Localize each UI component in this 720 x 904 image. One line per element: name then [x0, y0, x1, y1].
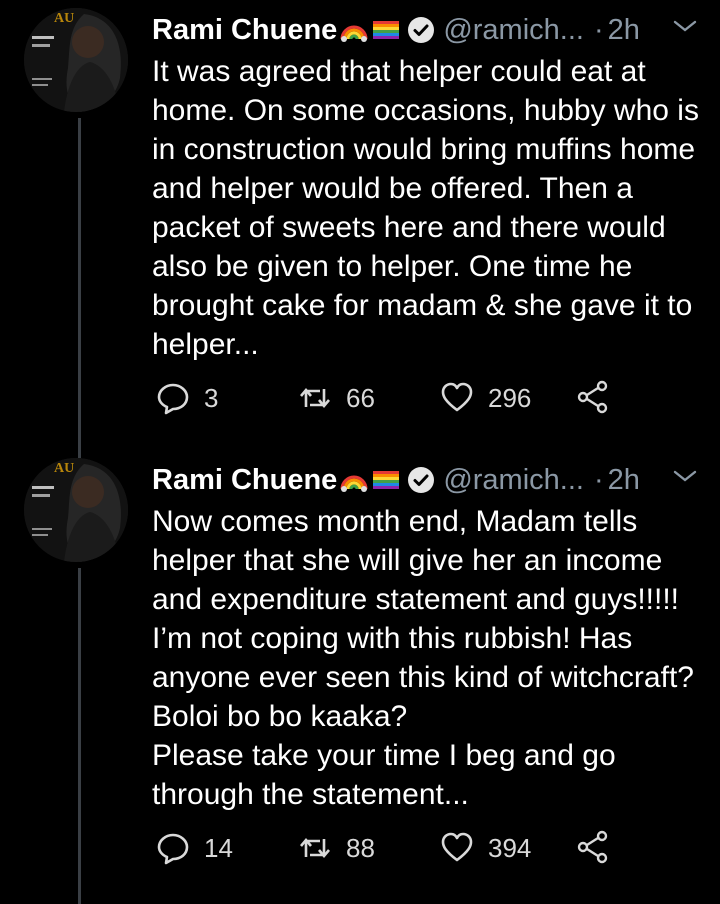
timestamp[interactable]: 2h — [608, 14, 640, 47]
retweet-count: 88 — [346, 832, 375, 863]
like-count: 296 — [488, 382, 532, 413]
chevron-down-icon[interactable] — [672, 466, 698, 486]
verified-badge-icon — [408, 467, 435, 493]
tweet[interactable]: AU Rami Chuene @ramich... · 2h Now comes… — [0, 458, 720, 904]
retweet-count: 66 — [346, 382, 375, 413]
share-icon[interactable] — [576, 830, 610, 864]
chevron-down-icon[interactable] — [672, 16, 698, 36]
like-button[interactable]: 296 — [440, 376, 531, 420]
display-name[interactable]: Rami Chuene — [152, 14, 337, 47]
avatar[interactable]: AU — [24, 8, 128, 112]
rainbow-emoji — [340, 475, 368, 492]
separator-dot: · — [593, 13, 604, 46]
tweet-text: Now comes month end, Madam tells helper … — [152, 505, 694, 811]
like-count: 394 — [488, 832, 532, 863]
like-icon — [441, 832, 473, 862]
tweet[interactable]: AU Rami Chuene @ramich... · 2h It was ag… — [0, 8, 720, 428]
svg-text:AU: AU — [54, 11, 74, 26]
timestamp[interactable]: 2h — [608, 464, 640, 497]
verified-badge-icon — [408, 17, 435, 43]
avatar[interactable]: AU — [24, 458, 128, 562]
handle[interactable]: @ramich... — [443, 464, 584, 497]
retweet-button[interactable]: 66 — [298, 376, 375, 420]
retweet-icon — [300, 387, 330, 409]
tweet-text: It was agreed that helper could eat at h… — [152, 55, 708, 361]
tweet-header: Rami Chuene @ramich... · 2h — [152, 8, 640, 52]
retweet-button[interactable]: 88 — [298, 826, 375, 870]
handle[interactable]: @ramich... — [443, 14, 584, 47]
reply-icon — [157, 833, 189, 865]
reply-count: 3 — [204, 382, 219, 413]
svg-text:AU: AU — [54, 461, 74, 476]
like-icon — [441, 382, 473, 412]
reply-icon — [157, 383, 189, 415]
pride-flag-emoji — [373, 21, 400, 39]
reply-count: 14 — [204, 832, 233, 863]
share-icon[interactable] — [576, 380, 610, 414]
reply-button[interactable]: 14 — [156, 826, 233, 870]
like-button[interactable]: 394 — [440, 826, 531, 870]
reply-button[interactable]: 3 — [156, 376, 218, 420]
separator-dot: · — [593, 463, 604, 496]
display-name[interactable]: Rami Chuene — [152, 464, 337, 497]
retweet-icon — [300, 837, 330, 859]
rainbow-emoji — [340, 25, 368, 42]
pride-flag-emoji — [373, 471, 400, 489]
tweet-header: Rami Chuene @ramich... · 2h — [152, 458, 640, 502]
